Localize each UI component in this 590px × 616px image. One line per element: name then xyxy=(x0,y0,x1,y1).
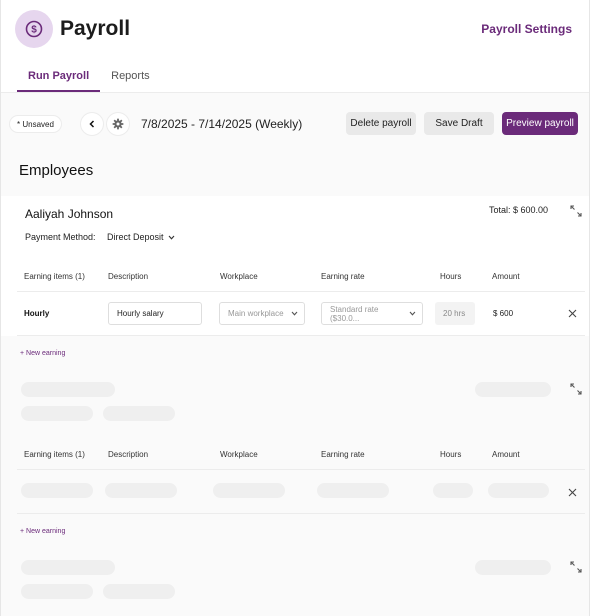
skeleton-name xyxy=(21,382,115,397)
remove-earning-icon[interactable] xyxy=(568,488,577,497)
skeleton-cell xyxy=(21,483,93,498)
expand-icon[interactable] xyxy=(570,205,582,217)
payroll-dollar-icon: $ xyxy=(15,10,53,48)
skeleton-cell xyxy=(317,483,389,498)
earning-rate-select[interactable]: Standard rate ($30.0... xyxy=(321,302,423,325)
skeleton-total xyxy=(475,382,551,397)
skeleton-total xyxy=(475,560,551,575)
skeleton-payment-label xyxy=(21,584,93,599)
new-earning-link[interactable]: + New earning xyxy=(20,350,65,357)
earning-rate-placeholder: Standard rate ($30.0... xyxy=(330,304,379,323)
tab-reports[interactable]: Reports xyxy=(100,64,161,92)
payroll-options-button[interactable] xyxy=(107,113,129,135)
pay-period-range: 7/8/2025 - 7/14/2025 (Weekly) xyxy=(141,117,303,131)
preview-payroll-button[interactable]: Preview payroll xyxy=(502,112,578,135)
col-description: Description xyxy=(108,272,149,281)
back-button[interactable] xyxy=(81,113,103,135)
employee-name: Aaliyah Johnson xyxy=(25,207,114,221)
chevron-left-icon xyxy=(89,120,95,128)
svg-text:$: $ xyxy=(31,25,37,36)
table-divider xyxy=(17,291,585,292)
workplace-placeholder: Main workplace xyxy=(228,309,284,318)
tab-bar: Run Payroll Reports xyxy=(17,64,161,92)
skeleton-cell xyxy=(213,483,285,498)
table-divider xyxy=(17,469,585,470)
gear-icon xyxy=(112,118,124,130)
col-earning-items: Earning items (1) xyxy=(24,272,85,281)
col-amount: Amount xyxy=(492,272,520,281)
payment-method-select[interactable]: Direct Deposit xyxy=(107,232,175,242)
col-hours: Hours xyxy=(440,450,462,459)
skeleton-cell xyxy=(433,483,473,498)
col-hours: Hours xyxy=(440,272,462,281)
col-description: Description xyxy=(108,450,149,459)
tabs-divider xyxy=(1,92,589,93)
new-earning-link[interactable]: + New earning xyxy=(20,528,65,535)
save-draft-button[interactable]: Save Draft xyxy=(424,112,494,135)
skeleton-payment-label xyxy=(21,406,93,421)
unsaved-status-badge: * Unsaved xyxy=(10,116,61,132)
payment-method-value: Direct Deposit xyxy=(107,232,164,242)
row-divider xyxy=(17,335,585,336)
app-frame: $ Payroll Payroll Settings Run Payroll R… xyxy=(0,0,590,616)
col-earning-rate: Earning rate xyxy=(321,272,365,281)
skeleton-name xyxy=(21,560,115,575)
remove-earning-icon[interactable] xyxy=(568,309,577,318)
col-workplace: Workplace xyxy=(220,450,258,459)
employees-heading: Employees xyxy=(19,162,94,179)
workplace-select[interactable]: Main workplace xyxy=(219,302,305,325)
earning-type: Hourly xyxy=(24,309,50,318)
description-input[interactable]: Hourly salary xyxy=(108,302,202,325)
chevron-down-icon xyxy=(168,235,174,240)
skeleton-cell xyxy=(488,483,549,498)
col-earning-items: Earning items (1) xyxy=(24,450,85,459)
employee-total: Total: $ 600.00 xyxy=(489,205,549,215)
skeleton-payment-value xyxy=(103,406,175,421)
amount-field: $ 600 xyxy=(485,302,551,325)
page-title: Payroll xyxy=(60,17,131,40)
col-earning-rate: Earning rate xyxy=(321,450,365,459)
tab-run-payroll[interactable]: Run Payroll xyxy=(17,64,101,92)
payment-method-label: Payment Method: xyxy=(25,232,96,242)
chevron-down-icon xyxy=(291,311,298,316)
row-divider xyxy=(17,513,585,514)
delete-payroll-button[interactable]: Delete payroll xyxy=(346,112,416,135)
hours-field[interactable]: 20 hrs xyxy=(435,302,475,325)
payroll-settings-link[interactable]: Payroll Settings xyxy=(481,22,572,36)
chevron-down-icon xyxy=(409,311,416,316)
skeleton-payment-value xyxy=(103,584,175,599)
expand-icon[interactable] xyxy=(570,383,582,395)
app-header: $ Payroll Payroll Settings Run Payroll R… xyxy=(1,0,589,92)
col-amount: Amount xyxy=(492,450,520,459)
expand-icon[interactable] xyxy=(570,561,582,573)
col-workplace: Workplace xyxy=(220,272,258,281)
skeleton-cell xyxy=(105,483,177,498)
